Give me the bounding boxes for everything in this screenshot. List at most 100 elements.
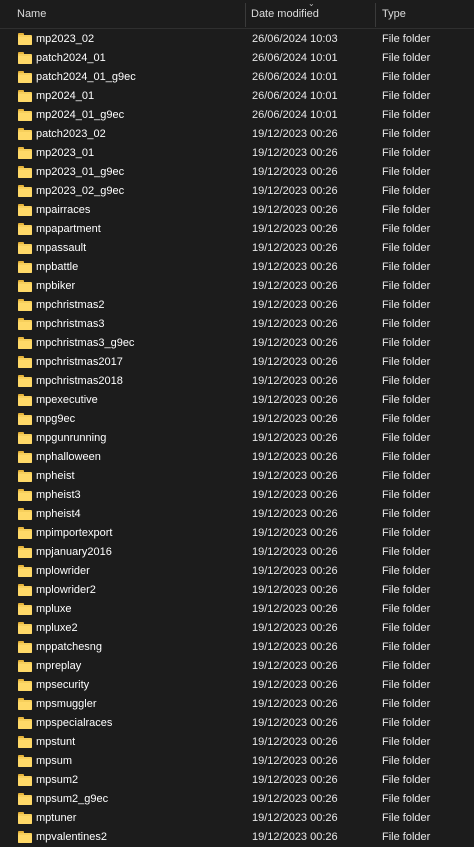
file-type: File folder — [382, 337, 431, 349]
file-row[interactable]: mpsum 19/12/2023 00:26 File folder — [0, 752, 474, 771]
file-row[interactable]: mpheist3 19/12/2023 00:26 File folder — [0, 486, 474, 505]
file-type: File folder — [382, 565, 431, 577]
file-type: File folder — [382, 660, 431, 672]
file-date-modified: 19/12/2023 00:26 — [252, 508, 338, 520]
folder-icon — [18, 470, 32, 482]
file-type: File folder — [382, 166, 431, 178]
file-name: patch2024_01_g9ec — [36, 71, 136, 83]
folder-icon — [18, 204, 32, 216]
file-name: patch2023_02 — [36, 128, 106, 140]
file-name: mpairraces — [36, 204, 91, 216]
file-row[interactable]: mp2023_02 26/06/2024 10:03 File folder — [0, 30, 474, 49]
file-date-modified: 19/12/2023 00:26 — [252, 812, 338, 824]
file-row[interactable]: mpchristmas3 19/12/2023 00:26 File folder — [0, 315, 474, 334]
file-row[interactable]: mpspecialraces 19/12/2023 00:26 File folde… — [0, 714, 474, 733]
file-name: mpluxe2 — [36, 622, 78, 634]
column-header-date-modified[interactable]: Date modified — [251, 0, 319, 28]
folder-icon — [18, 375, 32, 387]
file-row[interactable]: mpapartment 19/12/2023 00:26 File folder — [0, 220, 474, 239]
folder-icon — [18, 641, 32, 653]
file-row[interactable]: mpheist4 19/12/2023 00:26 File folder — [0, 505, 474, 524]
file-row[interactable]: mppatchesng 19/12/2023 00:26 File folder — [0, 638, 474, 657]
folder-icon — [18, 527, 32, 539]
file-name: mp2023_01_g9ec — [36, 166, 125, 178]
file-name: mpheist3 — [36, 489, 81, 501]
column-header-name[interactable]: Name — [17, 0, 46, 28]
file-date-modified: 19/12/2023 00:26 — [252, 546, 338, 558]
file-row[interactable]: mplowrider2 19/12/2023 00:26 File folder — [0, 581, 474, 600]
file-type: File folder — [382, 755, 431, 767]
file-row[interactable]: mpsum2 19/12/2023 00:26 File folder — [0, 771, 474, 790]
column-header-type[interactable]: Type — [382, 0, 406, 28]
file-row[interactable]: mpchristmas2 19/12/2023 00:26 File folder — [0, 296, 474, 315]
file-row[interactable]: mpairraces 19/12/2023 00:26 File folder — [0, 201, 474, 220]
file-date-modified: 19/12/2023 00:26 — [252, 432, 338, 444]
file-row[interactable]: mplowrider 19/12/2023 00:26 File folder — [0, 562, 474, 581]
file-type: File folder — [382, 90, 431, 102]
file-row[interactable]: patch2024_01_g9ec 26/06/2024 10:01 File fo… — [0, 68, 474, 87]
file-row[interactable]: mphalloween 19/12/2023 00:26 File folder — [0, 448, 474, 467]
file-row[interactable]: mp2024_01_g9ec 26/06/2024 10:01 File folde… — [0, 106, 474, 125]
file-row[interactable]: patch2024_01 26/06/2024 10:01 File folder — [0, 49, 474, 68]
column-resize-handle-date[interactable] — [375, 3, 376, 27]
file-row[interactable]: mp2024_01 26/06/2024 10:01 File folder — [0, 87, 474, 106]
file-date-modified: 19/12/2023 00:26 — [252, 717, 338, 729]
file-name: mpheist4 — [36, 508, 81, 520]
file-date-modified: 19/12/2023 00:26 — [252, 679, 338, 691]
folder-icon — [18, 356, 32, 368]
file-row[interactable]: mpjanuary2016 19/12/2023 00:26 File folder — [0, 543, 474, 562]
column-resize-handle-name[interactable] — [245, 3, 246, 27]
file-row[interactable]: mpvalentines2 19/12/2023 00:26 File folder — [0, 828, 474, 847]
file-name: mpchristmas2017 — [36, 356, 123, 368]
file-date-modified: 19/12/2023 00:26 — [252, 337, 338, 349]
file-type: File folder — [382, 223, 431, 235]
file-date-modified: 19/12/2023 00:26 — [252, 242, 338, 254]
file-date-modified: 19/12/2023 00:26 — [252, 527, 338, 539]
file-row[interactable]: mpassault 19/12/2023 00:26 File folder — [0, 239, 474, 258]
file-type: File folder — [382, 584, 431, 596]
file-name: mptuner — [36, 812, 77, 824]
folder-icon — [18, 755, 32, 767]
folder-icon — [18, 603, 32, 615]
file-row[interactable]: mpbiker 19/12/2023 00:26 File folder — [0, 277, 474, 296]
file-row[interactable]: mpreplay 19/12/2023 00:26 File folder — [0, 657, 474, 676]
file-row[interactable]: mp2023_01 19/12/2023 00:26 File folder — [0, 144, 474, 163]
file-name: patch2024_01 — [36, 52, 106, 64]
folder-icon — [18, 128, 32, 140]
folder-icon — [18, 280, 32, 292]
folder-icon — [18, 223, 32, 235]
file-row[interactable]: mptuner 19/12/2023 00:26 File folder — [0, 809, 474, 828]
file-row[interactable]: mp2023_02_g9ec 19/12/2023 00:26 File folde… — [0, 182, 474, 201]
file-row[interactable]: mpsum2_g9ec 19/12/2023 00:26 File folder — [0, 790, 474, 809]
file-row[interactable]: mpchristmas2018 19/12/2023 00:26 File fold… — [0, 372, 474, 391]
file-row[interactable]: mpg9ec 19/12/2023 00:26 File folder — [0, 410, 474, 429]
folder-icon — [18, 147, 32, 159]
file-date-modified: 19/12/2023 00:26 — [252, 166, 338, 178]
folder-icon — [18, 432, 32, 444]
file-date-modified: 19/12/2023 00:26 — [252, 185, 338, 197]
file-type: File folder — [382, 451, 431, 463]
file-row[interactable]: mpsmuggler 19/12/2023 00:26 File folder — [0, 695, 474, 714]
file-row[interactable]: mpgunrunning 19/12/2023 00:26 File folder — [0, 429, 474, 448]
file-row[interactable]: mpchristmas2017 19/12/2023 00:26 File fold… — [0, 353, 474, 372]
file-type: File folder — [382, 641, 431, 653]
folder-icon — [18, 831, 32, 843]
file-name: mpexecutive — [36, 394, 98, 406]
file-name: mp2023_01 — [36, 147, 95, 159]
file-row[interactable]: mpchristmas3_g9ec 19/12/2023 00:26 File fo… — [0, 334, 474, 353]
file-row[interactable]: patch2023_02 19/12/2023 00:26 File folder — [0, 125, 474, 144]
file-name: mpstunt — [36, 736, 76, 748]
folder-icon — [18, 52, 32, 64]
file-row[interactable]: mpimportexport 19/12/2023 00:26 File folde… — [0, 524, 474, 543]
file-row[interactable]: mpheist 19/12/2023 00:26 File folder — [0, 467, 474, 486]
file-row[interactable]: mpsecurity 19/12/2023 00:26 File folder — [0, 676, 474, 695]
file-row[interactable]: mpluxe 19/12/2023 00:26 File folder — [0, 600, 474, 619]
file-name: mpchristmas3_g9ec — [36, 337, 135, 349]
file-row[interactable]: mpexecutive 19/12/2023 00:26 File folder — [0, 391, 474, 410]
file-row[interactable]: mpstunt 19/12/2023 00:26 File folder — [0, 733, 474, 752]
file-row[interactable]: mpbattle 19/12/2023 00:26 File folder — [0, 258, 474, 277]
file-type: File folder — [382, 546, 431, 558]
file-row[interactable]: mpluxe2 19/12/2023 00:26 File folder — [0, 619, 474, 638]
file-row[interactable]: mp2023_01_g9ec 19/12/2023 00:26 File folde… — [0, 163, 474, 182]
file-type: File folder — [382, 812, 431, 824]
